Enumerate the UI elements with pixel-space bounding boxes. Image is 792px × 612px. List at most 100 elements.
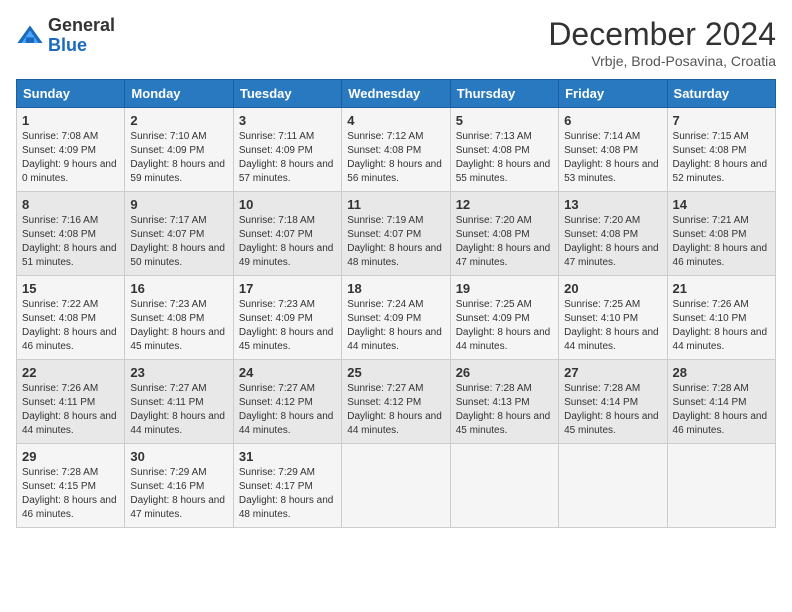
calendar-table: SundayMondayTuesdayWednesdayThursdayFrid… [16, 79, 776, 528]
day-number: 26 [456, 365, 553, 380]
logo-blue: Blue [48, 35, 87, 55]
calendar-cell: 30 Sunrise: 7:29 AM Sunset: 4:16 PM Dayl… [125, 444, 233, 528]
month-title: December 2024 [548, 16, 776, 53]
sunrise-label: Sunrise: 7:29 AM [130, 467, 206, 478]
day-info: Sunrise: 7:27 AM Sunset: 4:12 PM Dayligh… [239, 382, 336, 438]
calendar-cell: 19 Sunrise: 7:25 AM Sunset: 4:09 PM Dayl… [450, 276, 558, 360]
sunset-label: Sunset: 4:11 PM [22, 397, 95, 408]
day-number: 13 [564, 197, 661, 212]
day-info: Sunrise: 7:21 AM Sunset: 4:08 PM Dayligh… [673, 214, 770, 270]
daylight-label: Daylight: 8 hours and 46 minutes. [22, 327, 117, 352]
calendar-cell: 17 Sunrise: 7:23 AM Sunset: 4:09 PM Dayl… [233, 276, 341, 360]
title-area: December 2024 Vrbje, Brod-Posavina, Croa… [548, 16, 776, 69]
sunset-label: Sunset: 4:11 PM [130, 397, 203, 408]
calendar-week-1: 1 Sunrise: 7:08 AM Sunset: 4:09 PM Dayli… [17, 108, 776, 192]
sunrise-label: Sunrise: 7:25 AM [564, 299, 640, 310]
sunrise-label: Sunrise: 7:23 AM [239, 299, 315, 310]
calendar-cell: 22 Sunrise: 7:26 AM Sunset: 4:11 PM Dayl… [17, 360, 125, 444]
daylight-label: Daylight: 8 hours and 44 minutes. [239, 411, 334, 436]
sunset-label: Sunset: 4:13 PM [456, 397, 530, 408]
calendar-cell: 16 Sunrise: 7:23 AM Sunset: 4:08 PM Dayl… [125, 276, 233, 360]
calendar-cell: 11 Sunrise: 7:19 AM Sunset: 4:07 PM Dayl… [342, 192, 450, 276]
calendar-cell: 14 Sunrise: 7:21 AM Sunset: 4:08 PM Dayl… [667, 192, 775, 276]
day-number: 3 [239, 113, 336, 128]
day-number: 18 [347, 281, 444, 296]
day-info: Sunrise: 7:28 AM Sunset: 4:13 PM Dayligh… [456, 382, 553, 438]
sunset-label: Sunset: 4:08 PM [22, 229, 96, 240]
sunset-label: Sunset: 4:09 PM [239, 145, 313, 156]
sunset-label: Sunset: 4:17 PM [239, 481, 313, 492]
calendar-cell [450, 444, 558, 528]
calendar-cell: 26 Sunrise: 7:28 AM Sunset: 4:13 PM Dayl… [450, 360, 558, 444]
day-info: Sunrise: 7:23 AM Sunset: 4:08 PM Dayligh… [130, 298, 227, 354]
sunset-label: Sunset: 4:07 PM [239, 229, 313, 240]
sunrise-label: Sunrise: 7:21 AM [673, 215, 749, 226]
day-number: 5 [456, 113, 553, 128]
calendar-week-3: 15 Sunrise: 7:22 AM Sunset: 4:08 PM Dayl… [17, 276, 776, 360]
day-info: Sunrise: 7:14 AM Sunset: 4:08 PM Dayligh… [564, 130, 661, 186]
calendar-cell: 23 Sunrise: 7:27 AM Sunset: 4:11 PM Dayl… [125, 360, 233, 444]
day-number: 15 [22, 281, 119, 296]
daylight-label: Daylight: 8 hours and 48 minutes. [239, 495, 334, 520]
daylight-label: Daylight: 8 hours and 47 minutes. [564, 243, 659, 268]
sunset-label: Sunset: 4:07 PM [130, 229, 204, 240]
day-number: 11 [347, 197, 444, 212]
sunrise-label: Sunrise: 7:14 AM [564, 131, 640, 142]
day-info: Sunrise: 7:27 AM Sunset: 4:11 PM Dayligh… [130, 382, 227, 438]
sunrise-label: Sunrise: 7:19 AM [347, 215, 423, 226]
header-monday: Monday [125, 80, 233, 108]
daylight-label: Daylight: 9 hours and 0 minutes. [22, 159, 117, 184]
day-info: Sunrise: 7:22 AM Sunset: 4:08 PM Dayligh… [22, 298, 119, 354]
sunrise-label: Sunrise: 7:25 AM [456, 299, 532, 310]
calendar-cell: 27 Sunrise: 7:28 AM Sunset: 4:14 PM Dayl… [559, 360, 667, 444]
day-info: Sunrise: 7:29 AM Sunset: 4:16 PM Dayligh… [130, 466, 227, 522]
calendar-cell: 20 Sunrise: 7:25 AM Sunset: 4:10 PM Dayl… [559, 276, 667, 360]
sunset-label: Sunset: 4:14 PM [673, 397, 747, 408]
calendar-cell: 25 Sunrise: 7:27 AM Sunset: 4:12 PM Dayl… [342, 360, 450, 444]
sunset-label: Sunset: 4:08 PM [673, 229, 747, 240]
day-info: Sunrise: 7:18 AM Sunset: 4:07 PM Dayligh… [239, 214, 336, 270]
day-info: Sunrise: 7:28 AM Sunset: 4:14 PM Dayligh… [564, 382, 661, 438]
sunset-label: Sunset: 4:10 PM [673, 313, 747, 324]
daylight-label: Daylight: 8 hours and 47 minutes. [456, 243, 551, 268]
sunrise-label: Sunrise: 7:17 AM [130, 215, 206, 226]
sunrise-label: Sunrise: 7:12 AM [347, 131, 423, 142]
logo: General Blue [16, 16, 115, 56]
day-info: Sunrise: 7:28 AM Sunset: 4:14 PM Dayligh… [673, 382, 770, 438]
location-subtitle: Vrbje, Brod-Posavina, Croatia [548, 53, 776, 69]
calendar-cell: 28 Sunrise: 7:28 AM Sunset: 4:14 PM Dayl… [667, 360, 775, 444]
day-number: 28 [673, 365, 770, 380]
sunset-label: Sunset: 4:08 PM [564, 145, 638, 156]
day-info: Sunrise: 7:25 AM Sunset: 4:10 PM Dayligh… [564, 298, 661, 354]
day-number: 12 [456, 197, 553, 212]
sunrise-label: Sunrise: 7:24 AM [347, 299, 423, 310]
calendar-cell: 12 Sunrise: 7:20 AM Sunset: 4:08 PM Dayl… [450, 192, 558, 276]
daylight-label: Daylight: 8 hours and 44 minutes. [22, 411, 117, 436]
daylight-label: Daylight: 8 hours and 56 minutes. [347, 159, 442, 184]
sunrise-label: Sunrise: 7:13 AM [456, 131, 532, 142]
logo-general: General [48, 15, 115, 35]
sunset-label: Sunset: 4:14 PM [564, 397, 638, 408]
sunset-label: Sunset: 4:09 PM [239, 313, 313, 324]
calendar-cell [667, 444, 775, 528]
day-number: 31 [239, 449, 336, 464]
day-info: Sunrise: 7:28 AM Sunset: 4:15 PM Dayligh… [22, 466, 119, 522]
day-info: Sunrise: 7:08 AM Sunset: 4:09 PM Dayligh… [22, 130, 119, 186]
daylight-label: Daylight: 8 hours and 45 minutes. [239, 327, 334, 352]
calendar-cell [342, 444, 450, 528]
header-wednesday: Wednesday [342, 80, 450, 108]
day-info: Sunrise: 7:20 AM Sunset: 4:08 PM Dayligh… [564, 214, 661, 270]
calendar-week-5: 29 Sunrise: 7:28 AM Sunset: 4:15 PM Dayl… [17, 444, 776, 528]
day-number: 4 [347, 113, 444, 128]
sunset-label: Sunset: 4:12 PM [239, 397, 313, 408]
daylight-label: Daylight: 8 hours and 44 minutes. [347, 327, 442, 352]
sunset-label: Sunset: 4:08 PM [456, 229, 530, 240]
sunset-label: Sunset: 4:07 PM [347, 229, 421, 240]
calendar-cell: 9 Sunrise: 7:17 AM Sunset: 4:07 PM Dayli… [125, 192, 233, 276]
daylight-label: Daylight: 8 hours and 48 minutes. [347, 243, 442, 268]
sunrise-label: Sunrise: 7:18 AM [239, 215, 315, 226]
calendar-cell: 24 Sunrise: 7:27 AM Sunset: 4:12 PM Dayl… [233, 360, 341, 444]
day-info: Sunrise: 7:23 AM Sunset: 4:09 PM Dayligh… [239, 298, 336, 354]
sunset-label: Sunset: 4:08 PM [673, 145, 747, 156]
daylight-label: Daylight: 8 hours and 57 minutes. [239, 159, 334, 184]
